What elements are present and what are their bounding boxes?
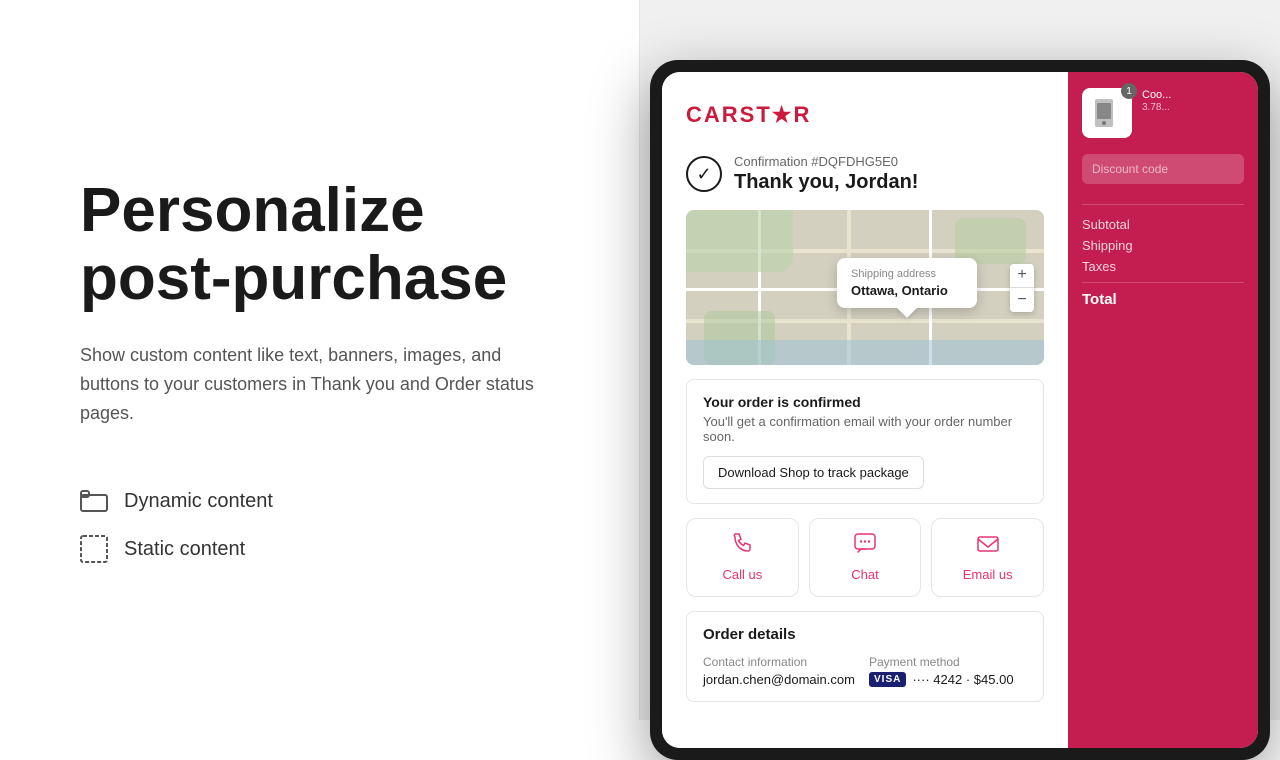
order-details-grid: Contact information jordan.chen@domain.c… [703, 655, 1027, 687]
email-us-button[interactable]: Email us [931, 518, 1044, 597]
popup-city: Ottawa, Ontario [851, 283, 963, 298]
svg-text:CARST★R: CARST★R [686, 102, 811, 127]
dynamic-content-label: Dynamic content [124, 490, 273, 513]
dynamic-content-icon [80, 487, 108, 515]
chat-icon [854, 533, 876, 561]
left-panel: Personalize post-purchase Show custom co… [0, 0, 640, 720]
email-us-label: Email us [963, 567, 1013, 582]
discount-code-input[interactable] [1082, 154, 1244, 184]
popup-label: Shipping address [851, 268, 963, 280]
order-content: CARST★R ✓ Confirmation #DQFDHG5E0 Thank … [662, 72, 1068, 748]
zoom-in-button[interactable]: + [1010, 264, 1034, 288]
sub-description: Show custom content like text, banners, … [80, 341, 560, 427]
payment-last4: ···· 4242 · $45.00 [912, 672, 1013, 687]
right-panel: CARST★R ✓ Confirmation #DQFDHG5E0 Thank … [640, 0, 1280, 720]
contact-info-value: jordan.chen@domain.com [703, 672, 861, 687]
payment-info: VISA ···· 4242 · $45.00 [869, 672, 1027, 687]
order-confirmed-description: You'll get a confirmation email with you… [703, 414, 1027, 444]
cart-badge: 1 [1121, 83, 1137, 99]
check-circle-icon: ✓ [686, 156, 722, 192]
taxes-row: Taxes [1082, 259, 1244, 274]
total-row: Total [1082, 282, 1244, 308]
carstar-logo: CARST★R [686, 100, 1044, 134]
tablet-frame: CARST★R ✓ Confirmation #DQFDHG5E0 Thank … [650, 60, 1270, 760]
email-icon [977, 533, 999, 561]
static-content-label: Static content [124, 538, 245, 561]
map-area: Shipping address Ottawa, Ontario + − [686, 210, 1044, 365]
total-label: Total [1082, 291, 1117, 308]
taxes-label: Taxes [1082, 259, 1116, 274]
payment-method-section: Payment method VISA ···· 4242 · $45.00 [869, 655, 1027, 687]
contact-info-section: Contact information jordan.chen@domain.c… [703, 655, 861, 687]
cart-item-detail: 3.78... [1142, 102, 1171, 113]
order-confirmed-title: Your order is confirmed [703, 394, 1027, 410]
feature-list: Dynamic content Static content [80, 487, 579, 563]
cart-summary: Subtotal Shipping Taxes Total [1082, 204, 1244, 308]
order-confirmed-box: Your order is confirmed You'll get a con… [686, 379, 1044, 504]
subtotal-label: Subtotal [1082, 217, 1130, 232]
confirmation-header: ✓ Confirmation #DQFDHG5E0 Thank you, Jor… [686, 154, 1044, 194]
zoom-out-button[interactable]: − [1010, 288, 1034, 312]
cart-item: 1 Coo... 3.78... [1082, 88, 1244, 138]
shipping-row: Shipping [1082, 238, 1244, 253]
subtotal-row: Subtotal [1082, 217, 1244, 232]
download-shop-button[interactable]: Download Shop to track package [703, 456, 924, 489]
call-us-label: Call us [722, 567, 762, 582]
order-details-title: Order details [703, 626, 1027, 643]
call-us-button[interactable]: Call us [686, 518, 799, 597]
confirmation-number: Confirmation #DQFDHG5E0 [734, 154, 918, 169]
main-heading: Personalize post-purchase [80, 177, 579, 313]
order-details: Order details Contact information jordan… [686, 611, 1044, 702]
cart-item-name: Coo... [1142, 88, 1171, 102]
contact-buttons: Call us [686, 518, 1044, 597]
chat-label: Chat [851, 567, 878, 582]
map-zoom-controls: + − [1010, 264, 1034, 312]
phone-icon [731, 533, 753, 561]
shipping-label: Shipping [1082, 238, 1133, 253]
shipping-popup: Shipping address Ottawa, Ontario [837, 258, 977, 308]
chat-button[interactable]: Chat [809, 518, 922, 597]
contact-info-label: Contact information [703, 655, 861, 669]
visa-badge: VISA [869, 672, 906, 687]
feature-item-static: Static content [80, 535, 579, 563]
cart-sidebar: 1 Coo... 3.78... [1068, 72, 1258, 748]
feature-item-dynamic: Dynamic content [80, 487, 579, 515]
order-inner: CARST★R ✓ Confirmation #DQFDHG5E0 Thank … [662, 72, 1068, 748]
tablet-screen: CARST★R ✓ Confirmation #DQFDHG5E0 Thank … [662, 72, 1258, 748]
payment-method-label: Payment method [869, 655, 1027, 669]
cart-item-image: 1 [1082, 88, 1132, 138]
confirmation-thanks: Thank you, Jordan! [734, 171, 918, 194]
static-content-icon [80, 535, 108, 563]
